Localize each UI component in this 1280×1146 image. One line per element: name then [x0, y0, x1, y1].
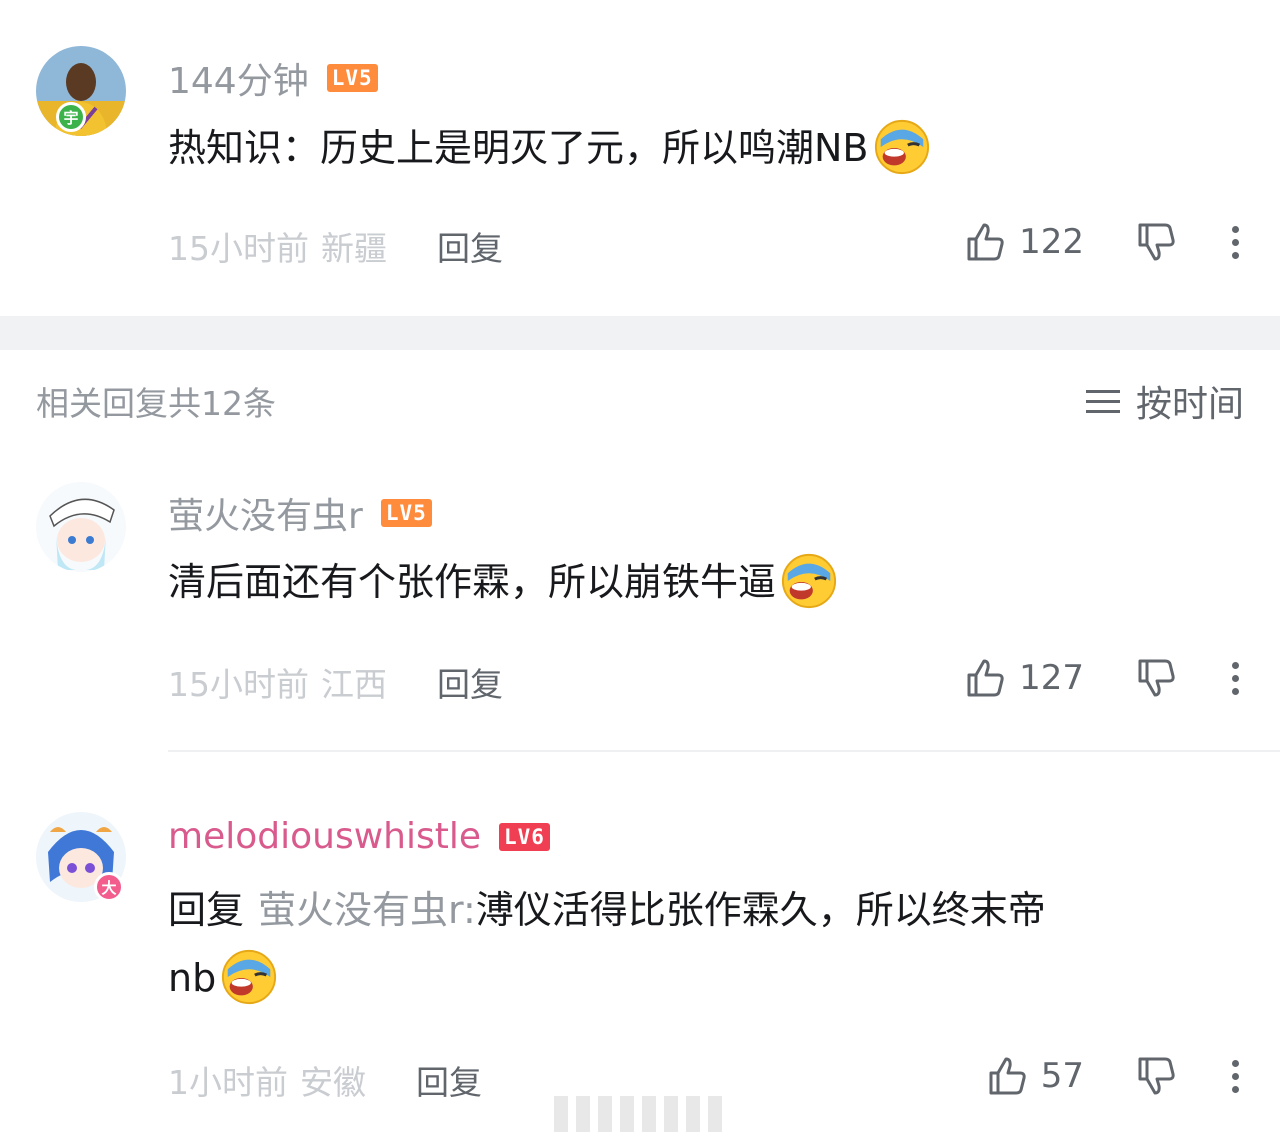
sort-label: 按时间 — [1135, 384, 1244, 425]
location: 新疆 — [321, 229, 387, 268]
reply-item: 萤火没有虫r LV5 清后面还有个张作霖，所以崩铁牛逼 15小时前 江西 回复 … — [0, 470, 1280, 750]
comment-text: 热知识：历史上是明灭了元，所以鸣潮NB — [168, 114, 931, 182]
thumb-down-icon — [1138, 223, 1175, 261]
like-button[interactable]: 57 — [985, 1054, 1084, 1098]
reply-button[interactable]: 回复 — [437, 658, 503, 706]
thumb-up-icon — [967, 223, 1004, 261]
sort-lines-icon — [1085, 389, 1120, 413]
laughing-crying-emoji — [873, 118, 931, 176]
username[interactable]: melodiouswhistle — [168, 816, 481, 857]
name-row: melodiouswhistle LV6 — [168, 816, 550, 857]
name-row: 萤火没有虫r LV5 — [168, 487, 432, 539]
meta-row: 1小时前 安徽 回复 — [168, 1056, 482, 1104]
comment-actions: 57 — [985, 1054, 1240, 1098]
like-count: 122 — [1019, 222, 1084, 262]
timestamp: 15小时前 — [168, 665, 309, 704]
location: 江西 — [321, 665, 387, 704]
timestamp: 15小时前 — [168, 229, 309, 268]
thumb-up-icon — [967, 659, 1004, 697]
sort-button[interactable]: 按时间 — [1085, 375, 1244, 427]
name-row: 144分钟 LV5 — [168, 52, 378, 104]
comment-body: 溥仪活得比张作霖久，所以终末帝 — [475, 888, 1046, 932]
avatar-image — [36, 482, 126, 572]
level-badge: LV5 — [326, 64, 378, 92]
dislike-button[interactable] — [1134, 656, 1178, 700]
comment-body: 热知识：历史上是明灭了元，所以鸣潮NB — [168, 126, 869, 170]
avatar-badge: 大 — [94, 872, 124, 902]
more-vertical-icon[interactable] — [1230, 1059, 1240, 1093]
like-button[interactable]: 122 — [963, 220, 1084, 264]
comment-actions: 122 — [963, 220, 1240, 264]
like-count: 57 — [1040, 1056, 1084, 1096]
comment-line-2: nb — [168, 944, 1046, 1012]
more-vertical-icon[interactable] — [1230, 661, 1240, 695]
timestamp: 1小时前 — [168, 1063, 288, 1102]
comment-body: 清后面还有个张作霖，所以崩铁牛逼 — [168, 560, 777, 604]
section-separator — [0, 316, 1280, 350]
reply-divider — [168, 750, 1280, 752]
like-count: 127 — [1019, 658, 1084, 698]
dislike-button[interactable] — [1134, 220, 1178, 264]
comment-text: 清后面还有个张作霖，所以崩铁牛逼 — [168, 548, 838, 616]
level-badge: LV6 — [498, 822, 550, 851]
laughing-crying-emoji — [780, 552, 838, 610]
reply-prefix: 回复 — [168, 888, 245, 932]
reply-button[interactable]: 回复 — [416, 1056, 482, 1104]
dislike-button[interactable] — [1134, 1054, 1178, 1098]
thumb-down-icon — [1138, 1057, 1175, 1095]
avatar[interactable] — [36, 482, 126, 572]
comment-body-2: nb — [168, 956, 217, 1000]
more-vertical-icon[interactable] — [1230, 225, 1240, 259]
avatar-badge: 宇 — [56, 102, 86, 132]
comment-text: 回复 萤火没有虫r:溥仪活得比张作霖久，所以终末帝 nb — [168, 876, 1046, 1012]
main-comment: 宇 144分钟 LV5 热知识：历史上是明灭了元，所以鸣潮NB 15小时前 新疆… — [0, 0, 1280, 316]
watermark-graphic — [554, 1096, 722, 1132]
comment-actions: 127 — [963, 656, 1240, 700]
thumb-up-icon — [989, 1057, 1026, 1095]
meta-row: 15小时前 江西 回复 — [168, 658, 503, 706]
like-button[interactable]: 127 — [963, 656, 1084, 700]
username[interactable]: 144分钟 — [168, 52, 309, 104]
username[interactable]: 萤火没有虫r — [168, 487, 363, 539]
thumb-down-icon — [1138, 659, 1175, 697]
laughing-crying-emoji — [220, 948, 278, 1006]
comment-line-1: 回复 萤火没有虫r:溥仪活得比张作霖久，所以终末帝 — [168, 876, 1046, 944]
mention-link[interactable]: 萤火没有虫r: — [258, 888, 476, 932]
replies-header: 相关回复共12条 按时间 — [36, 375, 1244, 427]
level-badge: LV5 — [380, 499, 432, 527]
meta-row: 15小时前 新疆 回复 — [168, 222, 503, 270]
reply-button[interactable]: 回复 — [437, 222, 503, 270]
location: 安徽 — [300, 1063, 366, 1102]
reply-count: 相关回复共12条 — [36, 384, 276, 423]
